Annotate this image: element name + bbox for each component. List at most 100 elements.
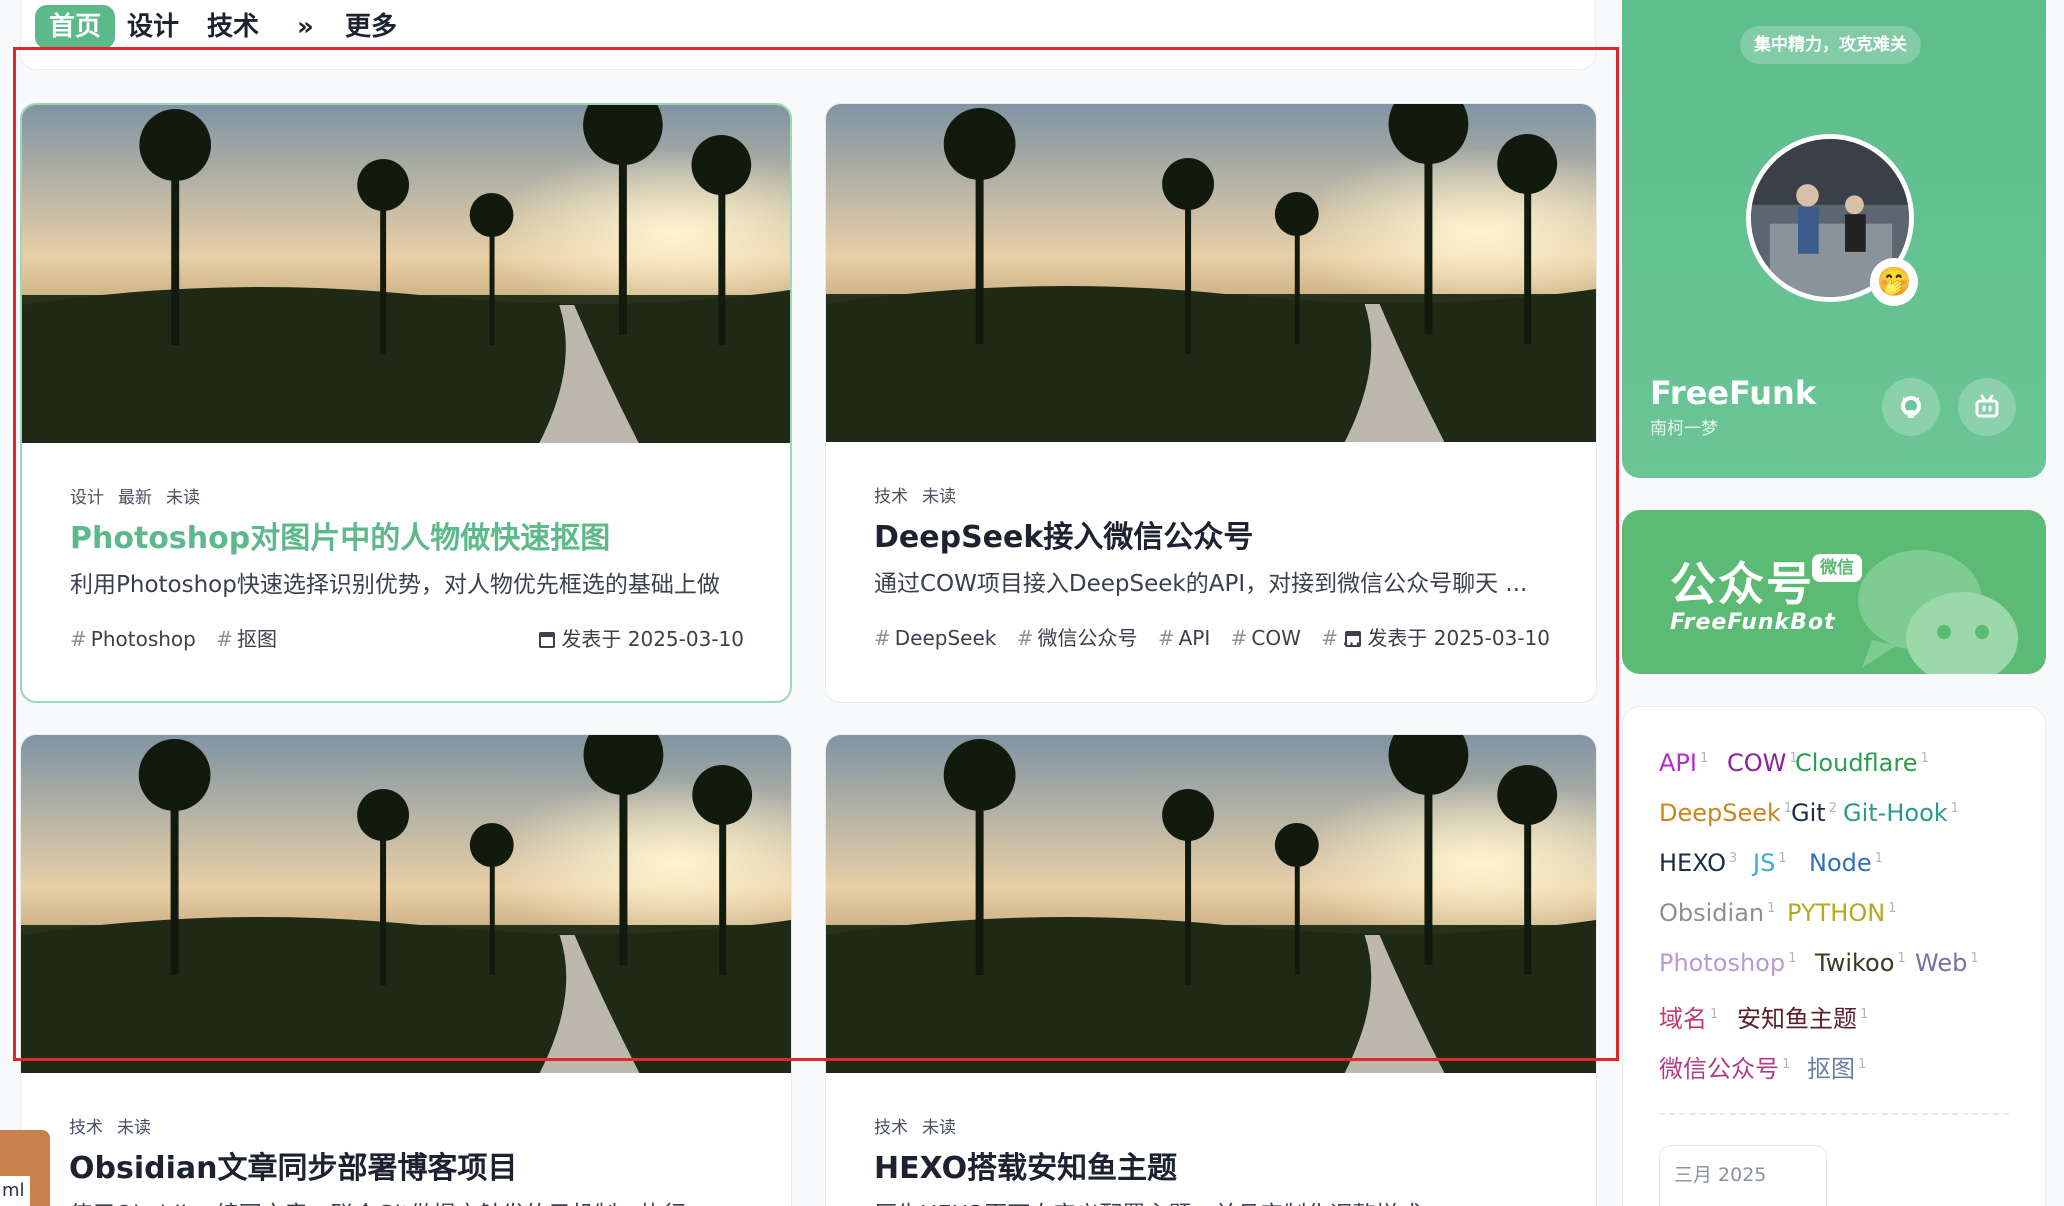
post-card[interactable]: 技术未读 HEXO搭载安知鱼主题 原生HEXO页面自定义配置主题，并且定制化调整… [825, 734, 1597, 1206]
post-tags: # Photoshop # 抠图 [70, 623, 291, 652]
post-tag[interactable]: # DeepSeek [874, 626, 996, 650]
post-excerpt: 利用Photoshop快速选择识别优势，对人物优先框选的基础上做 [70, 572, 720, 598]
palm-sunset-image [826, 735, 1596, 1073]
post-cover-image[interactable] [826, 104, 1596, 442]
blog-page: 首页 设计 技术 » 更多 设计 最新 未读 Photoshop对图片中的人物做… [0, 0, 2064, 1206]
tag-cloud-count: 1 [1788, 951, 1797, 966]
tag-cloud-label: Cloudflare [1795, 749, 1918, 777]
post-tag[interactable]: # COW [1231, 626, 1301, 650]
wechat-badge: 微信 [1812, 554, 1862, 582]
tag-cloud-count: 1 [1858, 1057, 1867, 1072]
post-category[interactable]: 设计 [70, 488, 104, 508]
nav-more[interactable]: 更多 [345, 5, 397, 49]
tag-cloud-item[interactable]: 安知鱼主题 1 [1737, 999, 1868, 1034]
tag-cloud-count: 2 [1828, 801, 1837, 816]
tag-cloud-label: Photoshop [1659, 949, 1786, 977]
hash-icon: # [874, 626, 891, 650]
nav-home[interactable]: 首页 [35, 5, 116, 49]
nav-design[interactable]: 设计 [127, 5, 179, 49]
bilibili-button[interactable] [1958, 378, 2016, 436]
tag-cloud-item[interactable]: Twikoo 1 [1815, 949, 1906, 977]
tag-cloud-label: Web [1915, 949, 1968, 977]
hash-icon: # [216, 627, 233, 651]
author-subtitle: 南柯一梦 [1650, 419, 1718, 439]
post-meta: 设计 最新 未读 [70, 483, 214, 508]
tag-cloud-item[interactable]: API 1 [1659, 749, 1708, 777]
post-tag[interactable]: # 微信公众号 [1017, 626, 1138, 650]
hash-icon: # [1157, 626, 1175, 650]
wechat-card[interactable]: 公众号 微信 FreeFunkBot [1622, 510, 2046, 674]
bilibili-icon [1975, 394, 1999, 418]
tag-cloud-item[interactable]: PYTHON 1 [1787, 899, 1896, 927]
tag-cloud-label: Git-Hook [1843, 799, 1948, 827]
post-card[interactable]: 设计 最新 未读 Photoshop对图片中的人物做快速抠图 利用Photoshop… [20, 103, 792, 703]
tag-cloud-item[interactable]: JS 1 [1753, 849, 1787, 877]
tag-cloud-count: 1 [1970, 951, 1979, 966]
tag-cloud-count: 1 [1860, 1007, 1869, 1022]
tag-cloud-item[interactable]: Node 1 [1809, 849, 1883, 877]
post-title[interactable]: Photoshop对图片中的人物做快速抠图 [70, 513, 610, 557]
tag-cloud-item[interactable]: COW 1 [1727, 749, 1798, 777]
post-title[interactable]: DeepSeek接入微信公众号 [874, 512, 1253, 556]
post-card[interactable]: 技术未读 Obsidian文章同步部署博客项目 使用Obsidian编写文章，联… [20, 734, 792, 1206]
wechat-account: FreeFunkBot [1670, 610, 1836, 635]
tag-cloud-count: 1 [1950, 801, 1959, 816]
wechat-icon [1858, 550, 2018, 674]
post-category[interactable]: 技术 [69, 1118, 103, 1138]
tag-cloud-label: Twikoo [1815, 949, 1895, 977]
tag-cloud-item[interactable]: 微信公众号 1 [1659, 1049, 1790, 1084]
post-card[interactable]: 技术 未读 DeepSeek接入微信公众号 通过COW项目接入DeepSeek的A… [825, 103, 1597, 703]
tag-cloud-item[interactable]: Obsidian 1 [1659, 899, 1775, 927]
author-card: 集中精力，攻克难关 🤭 FreeFunk 南柯一梦 [1622, 0, 2046, 478]
post-flag-unread: 未读 [117, 1118, 151, 1138]
tag-cloud-label: 抠图 [1807, 1055, 1855, 1083]
tag-cloud-item[interactable]: 抠图 1 [1807, 1049, 1866, 1084]
palm-sunset-image [21, 735, 791, 1073]
tag-cloud-item[interactable]: Git 2 [1791, 799, 1837, 827]
tag-cloud-item[interactable]: Web 1 [1915, 949, 1979, 977]
post-cover-image[interactable] [21, 735, 791, 1073]
tag-cloud-item[interactable]: HEXO 3 [1659, 849, 1737, 877]
post-tag[interactable]: # Photoshop [70, 627, 196, 651]
tag-cloud-item[interactable]: Cloudflare 1 [1795, 749, 1929, 777]
post-date: 发表于 2025-03-10 [539, 623, 744, 652]
author-motto: 集中精力，攻克难关 [1740, 26, 1921, 64]
calendar-icon [1345, 631, 1362, 647]
post-cover-image[interactable] [826, 735, 1596, 1073]
tag-cloud-label: 安知鱼主题 [1737, 1005, 1857, 1033]
tag-cloud: API 1 COW 1 Cloudflare 1 DeepSeek 1 Git 2 Git-Hook… [1622, 706, 2046, 1206]
tag-cloud-item[interactable]: Git-Hook 1 [1843, 799, 1959, 827]
tag-cloud-label: Obsidian [1659, 899, 1765, 927]
hash-icon: # [1321, 626, 1338, 650]
post-flag-unread: 未读 [922, 487, 956, 507]
post-tags: # DeepSeek # 微信公众号 # API # COW #... [874, 622, 1375, 651]
tag-cloud-item[interactable]: DeepSeek 1 [1659, 799, 1792, 827]
github-button[interactable] [1882, 378, 1940, 436]
tag-cloud-label: HEXO [1659, 849, 1727, 877]
tag-cloud-item[interactable]: Photoshop 1 [1659, 949, 1796, 977]
tag-cloud-label: 微信公众号 [1659, 1055, 1779, 1083]
palm-sunset-image [22, 105, 790, 443]
hash-icon: # [1230, 626, 1248, 650]
post-meta: 技术 未读 [874, 1113, 970, 1138]
palm-sunset-image [826, 104, 1596, 442]
tag-cloud-item[interactable]: 域名 1 [1659, 999, 1718, 1034]
tag-cloud-count: 1 [1778, 851, 1787, 866]
post-cover-image[interactable] [22, 105, 790, 443]
post-title[interactable]: HEXO搭载安知鱼主题 [874, 1143, 1177, 1187]
post-date: 发表于 2025-03-10 [1345, 622, 1550, 651]
nav-expand-icon[interactable]: » [297, 5, 314, 49]
tag-cloud-label: Node [1809, 849, 1872, 877]
hash-icon: # [1016, 626, 1034, 650]
post-title[interactable]: Obsidian文章同步部署博客项目 [69, 1143, 517, 1187]
post-category[interactable]: 技术 [874, 1118, 908, 1138]
wechat-title: 公众号 [1670, 557, 1814, 611]
post-tag[interactable]: # API [1158, 626, 1210, 650]
nav-tech[interactable]: 技术 [207, 5, 259, 49]
edge-tab-label: ml [0, 1176, 30, 1206]
post-meta: 技术 未读 [874, 482, 970, 507]
post-category[interactable]: 技术 [874, 487, 908, 507]
archive-month[interactable]: 三月 2025 [1659, 1145, 1827, 1206]
post-tag[interactable]: # 抠图 [216, 627, 277, 651]
tag-cloud-count: 1 [1888, 901, 1897, 916]
